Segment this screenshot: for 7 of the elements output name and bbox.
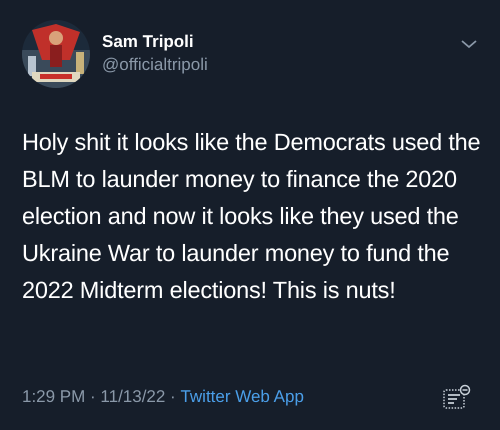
source-link[interactable]: Twitter Web App <box>180 387 304 407</box>
tweet-text: Holy shit it looks like the Democrats used the BLM to launder money to finance the 2020 election and now it looks like they used the Ukraine War to launder money to fund the 2022 Midterm elections! This is nuts! <box>22 128 482 305</box>
chevron-down-icon[interactable] <box>460 38 478 50</box>
analytics-icon[interactable] <box>442 384 472 410</box>
author-handle[interactable]: @officialtripoli <box>102 55 448 75</box>
author-name[interactable]: Sam Tripoli <box>102 32 448 52</box>
tweet-timestamp: 1:29 PM · 11/13/22 · <box>22 387 177 407</box>
